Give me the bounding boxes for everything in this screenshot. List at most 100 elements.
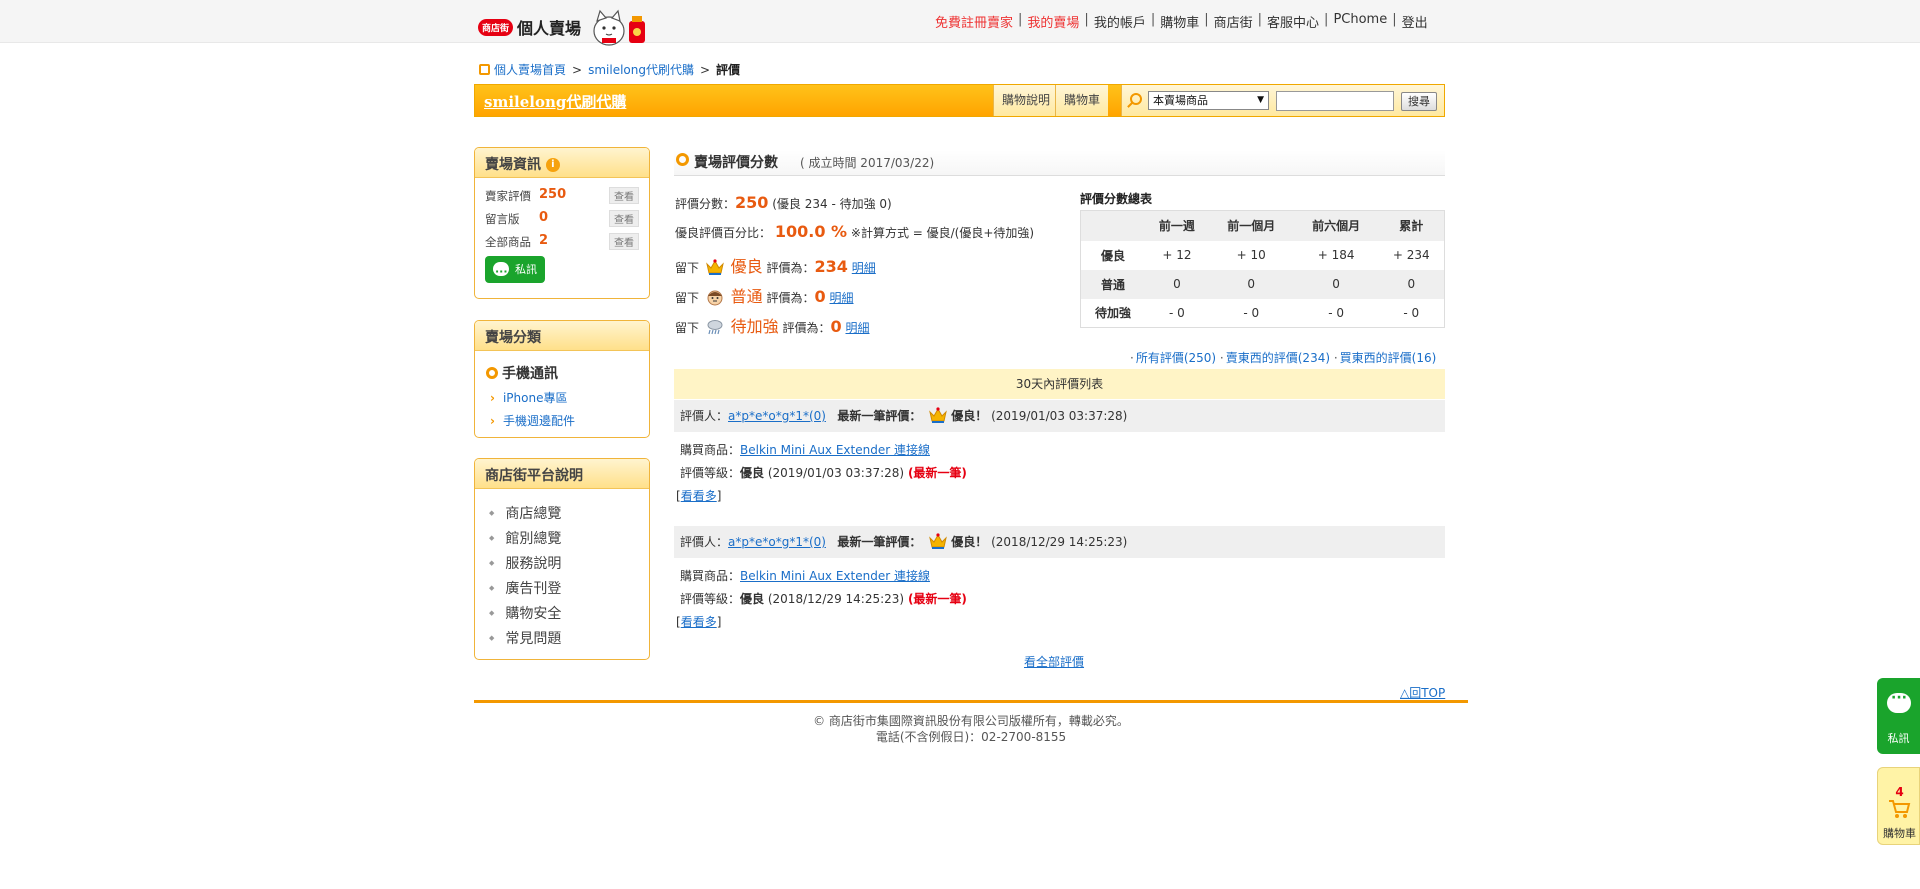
- view-button[interactable]: 查看: [609, 187, 639, 204]
- shopping-guide-button[interactable]: 購物說明: [993, 85, 1059, 116]
- info-icon[interactable]: i: [545, 158, 560, 172]
- crown-icon: [705, 259, 724, 275]
- table-header-cell: 累計: [1378, 210, 1445, 241]
- info-row-messages: 留言版 0 查看: [485, 210, 639, 227]
- see-more-link[interactable]: 看看多: [681, 489, 717, 503]
- platform-item[interactable]: 購物安全: [489, 603, 561, 623]
- platform-info-box: 商店街平台說明 商店總覽 館別總覽 服務說明 廣告刊登 購物安全 常見問題: [474, 458, 650, 660]
- reviewer-label: 評價人：: [680, 409, 729, 423]
- category-sub-accessories[interactable]: 手機週邊配件: [490, 412, 575, 429]
- logo-text: 個人賣場: [517, 19, 582, 38]
- table-cell: + 12: [1162, 248, 1192, 262]
- footer-phone: 電話(不含例假日)：02-2700-8155: [875, 730, 1067, 744]
- platform-item[interactable]: 館別總覽: [489, 528, 561, 548]
- category-sub-iphone[interactable]: iPhone專區: [490, 389, 568, 406]
- info-row-value: 2: [539, 233, 549, 248]
- category-main-label: 手機通訊: [502, 366, 558, 382]
- rating-count: 234: [814, 257, 848, 276]
- store-info-title: 賣場資訊 i: [475, 148, 649, 178]
- review-grade: 優良！: [951, 409, 988, 423]
- view-button[interactable]: 查看: [609, 210, 639, 227]
- logo-badge: 商店街: [478, 18, 514, 36]
- nav-service[interactable]: 客服中心: [1262, 12, 1324, 31]
- nav-my-store[interactable]: 我的賣場: [1022, 12, 1084, 31]
- breadcrumb-store[interactable]: smilelong代刷代購: [588, 61, 694, 78]
- latest-badge: (最新一筆): [907, 592, 967, 606]
- score-label: 評價分數：: [675, 197, 736, 211]
- score-section-title: 賣場評價分數: [694, 155, 778, 171]
- cart-button[interactable]: 購物車: [1055, 85, 1109, 116]
- score-section-header: 賣場評價分數 ( 成立時間 2017/03/22): [674, 150, 1445, 176]
- table-row: 普通 0 0 0 0: [1080, 269, 1445, 299]
- floating-message-label: 私訊: [1887, 732, 1910, 745]
- reviewer-link[interactable]: a*p*e*o*g*1*(0): [728, 535, 826, 549]
- product-label: 購買商品：: [680, 569, 741, 583]
- platform-item[interactable]: 常見問題: [489, 628, 561, 648]
- nav-mall[interactable]: 商店街: [1209, 12, 1258, 31]
- rating-is-label: 評價為：: [766, 291, 815, 305]
- info-row-rating: 賣家評價 250 查看: [485, 187, 639, 204]
- cart-count: 4: [1895, 785, 1904, 799]
- nav-logout[interactable]: 登出: [1397, 12, 1433, 31]
- rating-grade: 普通: [730, 287, 763, 306]
- floating-message-button[interactable]: 私訊: [1877, 678, 1920, 754]
- nav-register-seller[interactable]: 免費註冊賣家: [930, 12, 1018, 31]
- score-value: 250: [735, 193, 769, 212]
- review-grade: 優良！: [951, 535, 988, 549]
- see-more: [看看多]: [676, 489, 722, 503]
- reviewer-link[interactable]: a*p*e*o*g*1*(0): [728, 409, 826, 423]
- review-product-line: 購買商品：Belkin Mini Aux Extender 連接線: [680, 441, 930, 458]
- breadcrumb-separator: >: [699, 62, 711, 77]
- footer-copyright: © 商店街市集國際資訊股份有限公司版權所有，轉載必究。: [813, 714, 1129, 728]
- table-row-header: 普通: [1080, 269, 1146, 299]
- nav-pchome[interactable]: PChome: [1328, 12, 1392, 31]
- rating-line-good: 留下 優良 評價為：234 明細: [675, 253, 876, 277]
- score-line: 評價分數：250 (優良 234 - 待加強 0): [675, 193, 892, 212]
- store-name-link[interactable]: smilelong代刷代購: [484, 91, 626, 112]
- rating-detail-link[interactable]: 明細: [846, 321, 870, 335]
- latest-review-label: 最新一筆評價：: [837, 409, 922, 423]
- product-link[interactable]: Belkin Mini Aux Extender 連接線: [740, 443, 930, 457]
- platform-item[interactable]: 商店總覽: [489, 503, 561, 523]
- category-main[interactable]: 手機通訊: [486, 363, 558, 383]
- chevron-down-icon: ▼: [1257, 95, 1264, 105]
- platform-item[interactable]: 廣告刊登: [489, 578, 561, 598]
- all-reviews-link[interactable]: 看全部評價: [1024, 653, 1084, 670]
- breadcrumb-separator: >: [572, 62, 583, 77]
- store-category-box: 賣場分類 手機通訊 iPhone專區 手機週邊配件: [474, 320, 650, 438]
- filter-all-link[interactable]: 所有評價(250): [1136, 351, 1216, 365]
- table-header-cell: [1080, 210, 1146, 241]
- nav-cart[interactable]: 購物車: [1155, 12, 1204, 31]
- private-message-button[interactable]: 私訊: [485, 256, 545, 285]
- product-link[interactable]: Belkin Mini Aux Extender 連接線: [740, 569, 930, 583]
- site-logo[interactable]: 商店街 個人賣場: [478, 9, 649, 46]
- rating-grade: 優良: [730, 257, 763, 276]
- platform-item[interactable]: 服務說明: [489, 553, 561, 573]
- info-row-products: 全部商品 2 查看: [485, 233, 639, 250]
- view-button[interactable]: 查看: [609, 233, 639, 250]
- rating-detail-link[interactable]: 明細: [830, 291, 854, 305]
- see-more-link[interactable]: 看看多: [681, 615, 717, 629]
- filter-buy-link[interactable]: 買東西的評價(16): [1340, 351, 1437, 365]
- floating-cart-button[interactable]: 4 購物車: [1877, 767, 1920, 845]
- face-icon: [707, 290, 723, 306]
- see-more: [看看多]: [676, 615, 722, 629]
- search-scope-select[interactable]: 本賣場商品 ▼: [1148, 91, 1269, 110]
- rating-line-normal: 留下 普通 評價為：0 明細: [675, 283, 854, 307]
- breadcrumb-home[interactable]: 個人賣場首頁: [494, 61, 566, 78]
- rating-detail-link[interactable]: 明細: [852, 261, 876, 275]
- table-cell: - 0: [1403, 305, 1420, 320]
- top-nav: 免費註冊賣家 | 我的賣場 | 我的帳戶 | 購物車 | 商店街 | 客服中心 | PCho…: [930, 12, 1433, 31]
- store-search: 本賣場商品 ▼ 搜尋: [1121, 85, 1444, 116]
- search-input[interactable]: [1276, 91, 1394, 111]
- table-cell: + 234: [1392, 248, 1430, 262]
- platform-info-title: 商店街平台說明: [475, 459, 649, 489]
- search-button[interactable]: 搜尋: [1401, 92, 1437, 111]
- search-icon: [1130, 93, 1142, 105]
- nav-my-account[interactable]: 我的帳戶: [1089, 12, 1151, 31]
- review-time: (2018/12/29 14:25:23): [991, 535, 1128, 549]
- grade-label: 評價等級：: [680, 466, 741, 480]
- filter-sell-link[interactable]: 賣東西的評價(234): [1226, 351, 1330, 365]
- back-to-top-link[interactable]: △回TOP: [1400, 684, 1445, 701]
- crown-icon: [929, 407, 948, 423]
